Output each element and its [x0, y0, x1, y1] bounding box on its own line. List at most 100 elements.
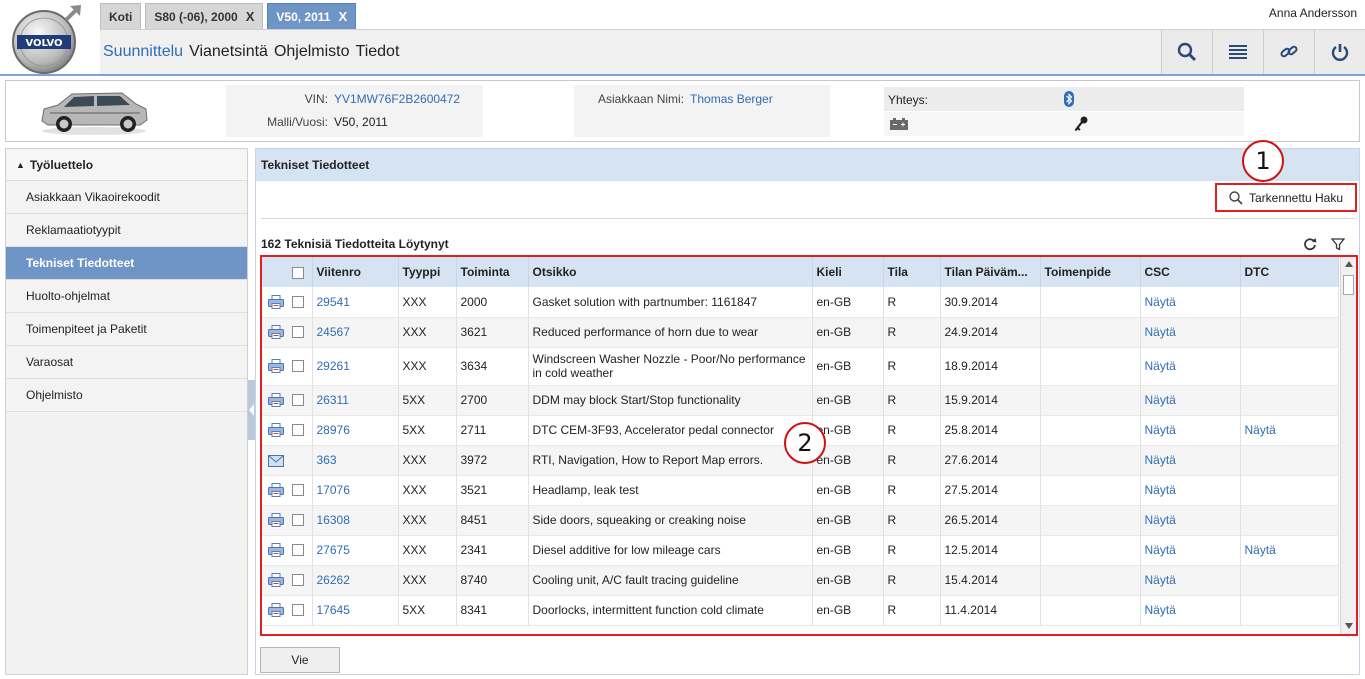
row-checkbox[interactable] [292, 296, 304, 309]
row-checkbox[interactable] [292, 544, 304, 557]
csc-value[interactable]: Näytä [1145, 393, 1176, 407]
ref-value[interactable]: 17076 [317, 483, 350, 497]
csc-value[interactable]: Näytä [1145, 603, 1176, 617]
row-actions-cell [262, 347, 313, 386]
printer-icon[interactable] [268, 483, 284, 498]
dtc-value[interactable]: Näytä [1245, 543, 1276, 557]
export-button[interactable]: Vie [260, 647, 340, 673]
csc-value[interactable]: Näytä [1145, 543, 1176, 557]
mail-icon[interactable] [268, 454, 284, 467]
table-row[interactable]: 26262 XXX 8740 Cooling unit, A/C fault trac… [262, 565, 1339, 596]
ref-value[interactable]: 363 [317, 453, 337, 467]
tab-1[interactable]: S80 (-06), 2000 X [145, 3, 264, 29]
tab-2[interactable]: V50, 2011 X [267, 3, 357, 29]
sidebar-item-3[interactable]: Huolto-ohjelmat [6, 280, 247, 313]
refresh-icon[interactable] [1303, 237, 1317, 251]
row-checkbox[interactable] [292, 326, 304, 339]
ref-value[interactable]: 28976 [317, 423, 350, 437]
ref-value[interactable]: 29261 [317, 359, 350, 373]
search-button[interactable] [1161, 30, 1212, 74]
scroll-thumb[interactable] [1343, 275, 1354, 295]
sidebar-item-5[interactable]: Varaosat [6, 346, 247, 379]
col-dtc[interactable]: DTC [1240, 257, 1339, 287]
grid-scrollbar[interactable] [1340, 257, 1356, 634]
table-row[interactable]: 17076 XXX 3521 Headlamp, leak test en-GB R 27.… [262, 475, 1339, 506]
csc-value[interactable]: Näytä [1145, 573, 1176, 587]
printer-icon[interactable] [268, 295, 284, 310]
csc-value[interactable]: Näytä [1145, 483, 1176, 497]
csc-value[interactable]: Näytä [1145, 513, 1176, 527]
dtc-value[interactable]: Näytä [1245, 423, 1276, 437]
vin-value[interactable]: YV1MW76F2B2600472 [334, 92, 460, 106]
csc-value[interactable]: Näytä [1145, 453, 1176, 467]
sidebar-item-1[interactable]: Reklamaatiotyypit [6, 214, 247, 247]
ref-value[interactable]: 16308 [317, 513, 350, 527]
nav-ohjelmisto[interactable]: Ohjelmisto [271, 43, 353, 61]
col-tilan-paivamaara[interactable]: Tilan Päiväm... [940, 257, 1041, 287]
nav-tiedot[interactable]: Tiedot [353, 43, 403, 61]
row-checkbox[interactable] [292, 574, 304, 587]
col-toimenpide[interactable]: Toimenpide [1040, 257, 1141, 287]
printer-icon[interactable] [268, 359, 284, 374]
sidebar-item-2[interactable]: Tekniset Tiedotteet [6, 247, 247, 280]
row-checkbox[interactable] [292, 424, 304, 437]
col-kieli[interactable]: Kieli [812, 257, 884, 287]
sidebar-collapse-handle[interactable] [248, 380, 255, 440]
ref-value[interactable]: 27675 [317, 543, 350, 557]
table-row[interactable]: 27675 XXX 2341 Diesel additive for low mile… [262, 535, 1339, 566]
row-checkbox[interactable] [292, 360, 304, 373]
csc-value[interactable]: Näytä [1145, 423, 1176, 437]
csc-value[interactable]: Näytä [1145, 359, 1176, 373]
select-all-checkbox[interactable] [291, 266, 304, 279]
col-viitenro[interactable]: Viitenro [312, 257, 399, 287]
nav-vianetsinta[interactable]: Vianetsintä [186, 43, 271, 61]
scroll-down-icon[interactable] [1345, 623, 1353, 629]
sidebar-title[interactable]: ▲ Työluettelo [6, 149, 247, 181]
table-row[interactable]: 29261 XXX 3634 Windscreen Washer Nozzle - P… [262, 347, 1339, 386]
tab-0[interactable]: Koti [100, 3, 142, 29]
advanced-search-button[interactable]: Tarkennettu Haku [1215, 183, 1357, 212]
table-row[interactable]: 29541 XXX 2000 Gasket solution with partnum… [262, 287, 1339, 318]
filter-icon[interactable] [1331, 237, 1345, 251]
table-row[interactable]: 16308 XXX 8451 Side doors, squeaking or cre… [262, 505, 1339, 536]
csc-value[interactable]: Näytä [1145, 325, 1176, 339]
col-tila[interactable]: Tila [883, 257, 941, 287]
table-row[interactable]: 26311 5XX 2700 DDM may block Start/Stop fun… [262, 385, 1339, 416]
col-tyyppi[interactable]: Tyyppi [398, 257, 457, 287]
close-icon[interactable]: X [338, 9, 347, 24]
scroll-up-icon[interactable] [1345, 261, 1353, 267]
col-otsikko[interactable]: Otsikko [528, 257, 813, 287]
printer-icon[interactable] [268, 393, 284, 408]
row-checkbox[interactable] [292, 514, 304, 527]
power-button[interactable] [1314, 30, 1365, 74]
link-button[interactable] [1263, 30, 1314, 74]
printer-icon[interactable] [268, 423, 284, 438]
table-row[interactable]: 24567 XXX 3621 Reduced performance of horn … [262, 317, 1339, 348]
list-button[interactable] [1212, 30, 1263, 74]
csc-value[interactable]: Näytä [1145, 295, 1176, 309]
user-name[interactable]: Anna Andersson [1269, 6, 1357, 20]
ref-value[interactable]: 24567 [317, 325, 350, 339]
sidebar-item-0[interactable]: Asiakkaan Vikaoirekoodit [6, 181, 247, 214]
sidebar-item-6[interactable]: Ohjelmisto [6, 379, 247, 412]
table-row[interactable]: 17645 5XX 8341 Doorlocks, intermittent func… [262, 595, 1339, 626]
row-checkbox[interactable] [292, 484, 304, 497]
ref-value[interactable]: 29541 [317, 295, 350, 309]
printer-icon[interactable] [268, 325, 284, 340]
volvo-logo[interactable]: VOLVO [8, 2, 84, 78]
printer-icon[interactable] [268, 543, 284, 558]
row-checkbox[interactable] [292, 604, 304, 617]
customer-name[interactable]: Thomas Berger [690, 92, 773, 106]
printer-icon[interactable] [268, 513, 284, 528]
nav-suunnittelu[interactable]: Suunnittelu [100, 43, 186, 61]
ref-value[interactable]: 26262 [317, 573, 350, 587]
row-checkbox[interactable] [292, 394, 304, 407]
printer-icon[interactable] [268, 603, 284, 618]
close-icon[interactable]: X [246, 9, 255, 24]
sidebar-item-4[interactable]: Toimenpiteet ja Paketit [6, 313, 247, 346]
ref-value[interactable]: 17645 [317, 603, 350, 617]
col-toiminta[interactable]: Toiminta [456, 257, 529, 287]
col-csc[interactable]: CSC [1140, 257, 1241, 287]
printer-icon[interactable] [268, 573, 284, 588]
ref-value[interactable]: 26311 [317, 393, 349, 407]
